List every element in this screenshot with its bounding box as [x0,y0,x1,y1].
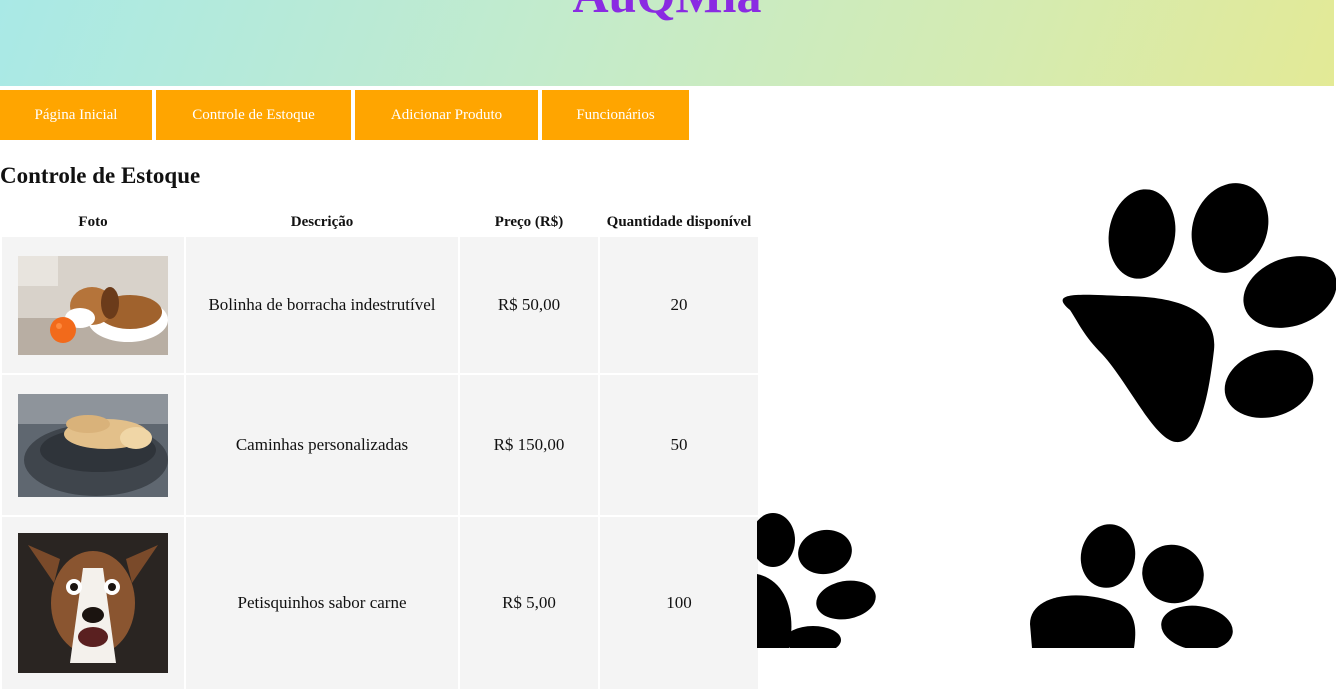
nav-home[interactable]: Página Inicial [0,90,152,140]
photo-cell [2,237,184,373]
column-header-photo: Foto [78,214,108,230]
photo-cell [2,375,184,515]
paw-print-icon [757,513,876,648]
beagle-with-ball-photo [18,255,168,355]
table-row: Petisquinhos sabor carne R$ 5,00 100 [2,517,758,689]
quantity-cell: 50 [600,375,758,515]
main-nav: Página Inicial Controle de Estoque Adici… [0,90,693,140]
paw-print-icon [1030,524,1233,648]
dog-sleeping-in-bed-photo [18,393,168,497]
nav-add-product[interactable]: Adicionar Produto [355,90,538,140]
column-header-price: Preço (R$) [494,214,564,230]
price-cell: R$ 5,00 [460,517,598,689]
quantity-cell: 100 [600,517,758,689]
column-header-description: Descrição [290,214,354,230]
site-header: AuQMia [0,0,1334,86]
table-header-row: Foto Descrição Preço (R$) Quantidade dis… [2,210,758,235]
nav-stock-control[interactable]: Controle de Estoque [156,90,351,140]
table-row: Caminhas personalizadas R$ 150,00 50 [2,375,758,515]
description-cell: Bolinha de borracha indestrutível [186,237,458,373]
price-cell: R$ 50,00 [460,237,598,373]
photo-cell [2,517,184,689]
page-title: Controle de Estoque [0,163,201,188]
description-cell: Petisquinhos sabor carne [186,517,458,689]
paw-print-icon [1062,183,1336,443]
quantity-cell: 20 [600,237,758,373]
site-title: AuQMia [0,0,1334,24]
stock-table: Foto Descrição Preço (R$) Quantidade dis… [0,208,760,691]
nav-employees[interactable]: Funcionários [542,90,689,140]
table-row: Bolinha de borracha indestrutível R$ 50,… [2,237,758,373]
column-header-quantity: Quantidade disponível [606,214,752,230]
description-cell: Caminhas personalizadas [186,375,458,515]
surprised-dog-photo [18,533,168,673]
price-cell: R$ 150,00 [460,375,598,515]
